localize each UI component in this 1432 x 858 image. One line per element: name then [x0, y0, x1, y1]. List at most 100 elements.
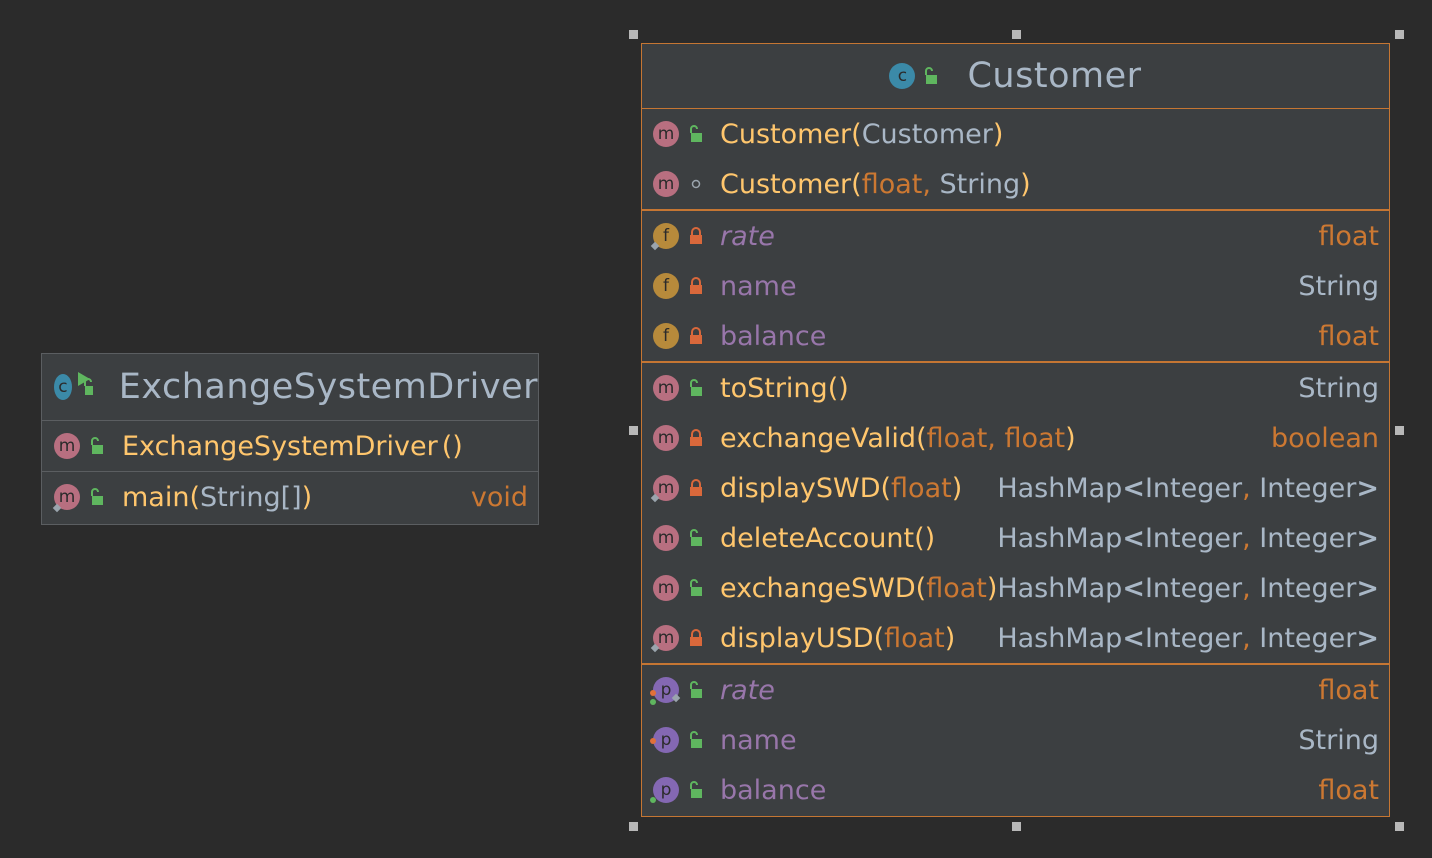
paren-open: (: [880, 472, 892, 504]
method-params: (): [914, 522, 936, 554]
private-lock-icon: [690, 479, 702, 496]
constructor-row[interactable]: m Customer(float, String): [642, 159, 1389, 209]
property-row-rate[interactable]: p rate float: [642, 665, 1389, 715]
class-icon: c: [889, 63, 916, 89]
paren-close: ): [944, 622, 956, 654]
property-row-balance[interactable]: p balance float: [642, 765, 1389, 815]
method-row-displayswd[interactable]: m displaySWD(float) HashMap<Integer, Int…: [642, 463, 1389, 513]
paren-open: (: [915, 572, 927, 604]
public-unlock-icon: [690, 681, 702, 698]
generic-arg: Integer: [1144, 472, 1243, 504]
constructor-name: Customer: [720, 168, 852, 200]
return-type-class: HashMap: [997, 522, 1123, 554]
method-name: deleteAccount: [720, 522, 915, 554]
public-unlock-icon: [690, 125, 702, 142]
class-header: c ExchangeSystemDriver: [42, 354, 538, 421]
private-lock-icon: [690, 227, 702, 244]
generic-open: <: [1122, 472, 1145, 504]
paren-close: ): [1020, 168, 1031, 200]
generic-arg: Integer: [1259, 572, 1357, 604]
constructors-section: m ExchangeSystemDriver(): [42, 421, 538, 472]
generic-close: >: [1356, 622, 1379, 654]
method-param: float: [926, 572, 987, 604]
paren-close: ): [1065, 422, 1076, 454]
generic-arg: Integer: [1259, 472, 1357, 504]
property-type: float: [1318, 674, 1379, 706]
generic-separator: ,: [1242, 622, 1260, 654]
static-diamond-icon: [650, 493, 660, 503]
class-title: Customer: [967, 56, 1142, 96]
static-diamond-icon: [671, 693, 681, 703]
return-type: HashMap<Integer, Integer>: [997, 473, 1379, 504]
field-row-rate[interactable]: f rate float: [642, 211, 1389, 261]
static-diamond-icon: [650, 241, 660, 251]
method-name: main: [122, 481, 190, 513]
property-name: rate: [720, 674, 775, 706]
resize-handle-left[interactable]: [629, 426, 638, 435]
generic-open: <: [1122, 522, 1145, 554]
generic-close: >: [1356, 472, 1379, 504]
resize-handle-top[interactable]: [1012, 30, 1021, 39]
public-unlock-icon: [925, 67, 938, 84]
method-name: toString: [720, 372, 828, 404]
generic-separator: ,: [1242, 522, 1260, 554]
method-icon: m: [653, 575, 679, 601]
method-row-tostring[interactable]: m toString() String: [642, 363, 1389, 413]
param-separator: ,: [987, 422, 1005, 454]
field-type: String: [1298, 270, 1379, 302]
class-header: c Customer: [642, 44, 1389, 109]
public-unlock-icon: [690, 731, 702, 748]
public-unlock-icon: [91, 488, 103, 505]
return-type: boolean: [1271, 422, 1379, 454]
class-node-customer[interactable]: c Customer m Customer(Customer) m Custom…: [641, 43, 1390, 817]
method-row-displayusd[interactable]: m displayUSD(float) HashMap<Integer, Int…: [642, 613, 1389, 663]
return-type: HashMap<Integer, Integer>: [997, 573, 1379, 604]
constructor-row[interactable]: m Customer(Customer): [642, 109, 1389, 159]
resize-handle-bottom[interactable]: [1012, 822, 1021, 831]
public-unlock-icon: [690, 529, 702, 546]
paren-open: (: [851, 118, 862, 150]
method-name: displaySWD: [720, 472, 881, 504]
class-node-exchangesystemdriver[interactable]: c ExchangeSystemDriver m ExchangeSystemD…: [41, 353, 539, 525]
method-icon: m: [653, 375, 679, 401]
class-title: ExchangeSystemDriver: [118, 367, 538, 407]
static-diamond-icon: [650, 643, 660, 653]
constructor-param: float: [861, 168, 923, 200]
method-icon: m: [54, 433, 80, 459]
field-row-balance[interactable]: f balance float: [642, 311, 1389, 361]
method-row-main[interactable]: m main(String[]) void: [42, 472, 538, 522]
field-row-name[interactable]: f name String: [642, 261, 1389, 311]
paren-open: (: [189, 481, 201, 513]
paren-close: ): [951, 472, 963, 504]
method-icon: m: [653, 425, 679, 451]
property-row-name[interactable]: p name String: [642, 715, 1389, 765]
constructor-name: Customer: [720, 118, 852, 150]
return-type: String: [1298, 372, 1379, 404]
generic-arg: Integer: [1144, 622, 1243, 654]
method-row-deleteaccount[interactable]: m deleteAccount() HashMap<Integer, Integ…: [642, 513, 1389, 563]
package-private-dot-icon: [691, 179, 701, 189]
private-lock-icon: [690, 277, 702, 294]
generic-arg: Integer: [1259, 522, 1357, 554]
constructor-row[interactable]: m ExchangeSystemDriver(): [42, 421, 538, 471]
private-lock-icon: [690, 429, 702, 446]
field-name: rate: [720, 220, 775, 252]
resize-handle-bottom-right[interactable]: [1395, 822, 1404, 831]
generic-separator: ,: [1242, 472, 1260, 504]
method-param: String[]: [200, 481, 302, 513]
getter-dot-icon: [650, 738, 656, 744]
method-name: displayUSD: [720, 622, 874, 654]
return-type-class: HashMap: [997, 472, 1123, 504]
method-param: float: [1004, 422, 1066, 454]
generic-arg: Integer: [1144, 522, 1243, 554]
property-type: String: [1298, 724, 1379, 756]
method-row-exchangeswd[interactable]: m exchangeSWD(float) HashMap<Integer, In…: [642, 563, 1389, 613]
resize-handle-right[interactable]: [1395, 426, 1404, 435]
resize-handle-bottom-left[interactable]: [629, 822, 638, 831]
return-type-class: HashMap: [997, 572, 1123, 604]
resize-handle-top-right[interactable]: [1395, 30, 1404, 39]
resize-handle-top-left[interactable]: [629, 30, 638, 39]
method-name: exchangeSWD: [720, 572, 916, 604]
constructors-section: m Customer(Customer) m Customer(float, S…: [642, 109, 1389, 211]
method-row-exchangevalid[interactable]: m exchangeValid(float, float) boolean: [642, 413, 1389, 463]
